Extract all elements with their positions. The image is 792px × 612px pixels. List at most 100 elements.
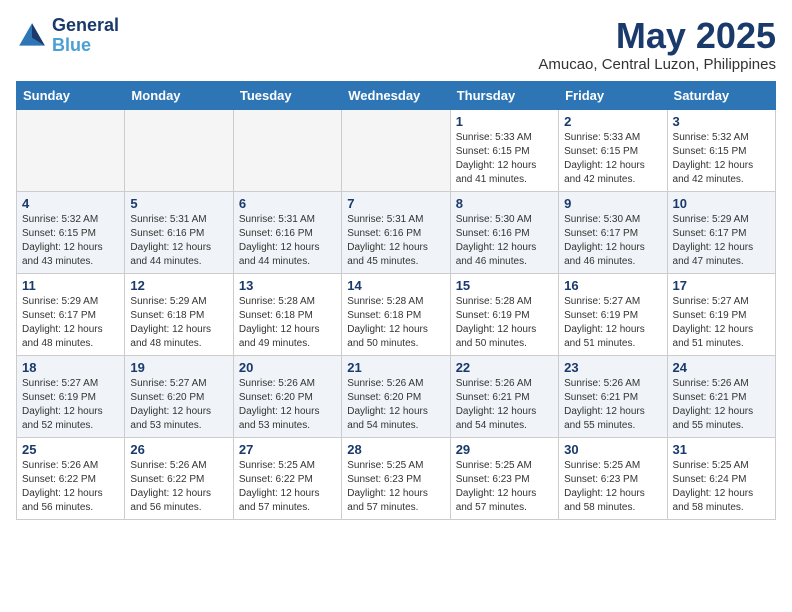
day-info: Sunrise: 5:33 AM Sunset: 6:15 PM Dayligh… [564, 131, 661, 187]
day-info: Sunrise: 5:28 AM Sunset: 6:18 PM Dayligh… [239, 295, 336, 351]
calendar-day-cell: 13 Sunrise: 5:28 AM Sunset: 6:18 PM Dayli… [233, 273, 341, 355]
day-info: Sunrise: 5:27 AM Sunset: 6:20 PM Dayligh… [130, 377, 227, 433]
day-number: 28 [347, 442, 444, 457]
day-of-week-header: Tuesday [233, 81, 341, 109]
day-info: Sunrise: 5:27 AM Sunset: 6:19 PM Dayligh… [22, 377, 119, 433]
day-number: 21 [347, 360, 444, 375]
day-info: Sunrise: 5:26 AM Sunset: 6:20 PM Dayligh… [347, 377, 444, 433]
calendar-day-cell: 8Sunrise: 5:30 AM Sunset: 6:16 PM Daylig… [450, 191, 558, 273]
day-of-week-header: Friday [559, 81, 667, 109]
calendar-day-cell [233, 109, 341, 191]
day-info: Sunrise: 5:25 AM Sunset: 6:22 PM Dayligh… [239, 459, 336, 515]
calendar-day-cell: 4 Sunrise: 5:32 AM Sunset: 6:15 PM Daylig… [17, 191, 125, 273]
calendar-day-cell: 5 Sunrise: 5:31 AM Sunset: 6:16 PM Daylig… [125, 191, 233, 273]
calendar-day-cell: 28 Sunrise: 5:25 AM Sunset: 6:23 PM Dayli… [342, 437, 450, 519]
calendar-day-cell [17, 109, 125, 191]
day-of-week-header: Monday [125, 81, 233, 109]
calendar-day-cell: 25Sunrise: 5:26 AM Sunset: 6:22 PM Dayli… [17, 437, 125, 519]
calendar-day-cell: 19 Sunrise: 5:27 AM Sunset: 6:20 PM Dayli… [125, 355, 233, 437]
main-title: May 2025 [538, 16, 776, 56]
calendar-day-cell: 24 Sunrise: 5:26 AM Sunset: 6:21 PM Dayli… [667, 355, 775, 437]
calendar-day-cell: 23 Sunrise: 5:26 AM Sunset: 6:21 PM Dayli… [559, 355, 667, 437]
day-info: Sunrise: 5:32 AM Sunset: 6:15 PM Dayligh… [673, 131, 770, 187]
title-block: May 2025 Amucao, Central Luzon, Philippi… [538, 16, 776, 73]
logo: General Blue [16, 16, 119, 56]
day-info: Sunrise: 5:27 AM Sunset: 6:19 PM Dayligh… [564, 295, 661, 351]
day-info: Sunrise: 5:31 AM Sunset: 6:16 PM Dayligh… [130, 213, 227, 269]
calendar-day-cell: 16 Sunrise: 5:27 AM Sunset: 6:19 PM Dayli… [559, 273, 667, 355]
day-info: Sunrise: 5:26 AM Sunset: 6:20 PM Dayligh… [239, 377, 336, 433]
calendar-week-row: 25Sunrise: 5:26 AM Sunset: 6:22 PM Dayli… [17, 437, 776, 519]
day-number: 10 [673, 196, 770, 211]
calendar-day-cell: 22 Sunrise: 5:26 AM Sunset: 6:21 PM Dayli… [450, 355, 558, 437]
calendar-day-cell: 7 Sunrise: 5:31 AM Sunset: 6:16 PM Daylig… [342, 191, 450, 273]
day-info: Sunrise: 5:32 AM Sunset: 6:15 PM Dayligh… [22, 213, 119, 269]
calendar-day-cell: 3 Sunrise: 5:32 AM Sunset: 6:15 PM Daylig… [667, 109, 775, 191]
calendar-week-row: 4 Sunrise: 5:32 AM Sunset: 6:15 PM Daylig… [17, 191, 776, 273]
day-of-week-header: Sunday [17, 81, 125, 109]
day-of-week-header: Saturday [667, 81, 775, 109]
day-number: 4 [22, 196, 119, 211]
day-number: 1 [456, 114, 553, 129]
day-info: Sunrise: 5:29 AM Sunset: 6:18 PM Dayligh… [130, 295, 227, 351]
calendar-header: SundayMondayTuesdayWednesdayThursdayFrid… [17, 81, 776, 109]
logo-text: General Blue [52, 16, 119, 56]
day-info: Sunrise: 5:31 AM Sunset: 6:16 PM Dayligh… [347, 213, 444, 269]
day-number: 7 [347, 196, 444, 211]
calendar-day-cell: 31Sunrise: 5:25 AM Sunset: 6:24 PM Dayli… [667, 437, 775, 519]
day-info: Sunrise: 5:28 AM Sunset: 6:18 PM Dayligh… [347, 295, 444, 351]
calendar-day-cell: 17 Sunrise: 5:27 AM Sunset: 6:19 PM Dayli… [667, 273, 775, 355]
day-info: Sunrise: 5:26 AM Sunset: 6:21 PM Dayligh… [456, 377, 553, 433]
calendar-day-cell: 20Sunrise: 5:26 AM Sunset: 6:20 PM Dayli… [233, 355, 341, 437]
calendar-table: SundayMondayTuesdayWednesdayThursdayFrid… [16, 81, 776, 520]
day-number: 23 [564, 360, 661, 375]
day-info: Sunrise: 5:27 AM Sunset: 6:19 PM Dayligh… [673, 295, 770, 351]
subtitle: Amucao, Central Luzon, Philippines [538, 56, 776, 73]
day-number: 29 [456, 442, 553, 457]
calendar-week-row: 18 Sunrise: 5:27 AM Sunset: 6:19 PM Dayli… [17, 355, 776, 437]
day-of-week-header: Thursday [450, 81, 558, 109]
calendar-week-row: 1 Sunrise: 5:33 AM Sunset: 6:15 PM Daylig… [17, 109, 776, 191]
day-info: Sunrise: 5:26 AM Sunset: 6:21 PM Dayligh… [564, 377, 661, 433]
calendar-day-cell: 10 Sunrise: 5:29 AM Sunset: 6:17 PM Dayli… [667, 191, 775, 273]
day-info: Sunrise: 5:26 AM Sunset: 6:22 PM Dayligh… [22, 459, 119, 515]
calendar-body: 1 Sunrise: 5:33 AM Sunset: 6:15 PM Daylig… [17, 109, 776, 519]
calendar-day-cell: 26Sunrise: 5:26 AM Sunset: 6:22 PM Dayli… [125, 437, 233, 519]
day-number: 19 [130, 360, 227, 375]
day-info: Sunrise: 5:26 AM Sunset: 6:22 PM Dayligh… [130, 459, 227, 515]
day-number: 12 [130, 278, 227, 293]
day-number: 9 [564, 196, 661, 211]
calendar-day-cell: 21 Sunrise: 5:26 AM Sunset: 6:20 PM Dayli… [342, 355, 450, 437]
day-number: 14 [347, 278, 444, 293]
calendar-day-cell: 29 Sunrise: 5:25 AM Sunset: 6:23 PM Dayli… [450, 437, 558, 519]
day-number: 3 [673, 114, 770, 129]
day-number: 6 [239, 196, 336, 211]
day-info: Sunrise: 5:30 AM Sunset: 6:16 PM Dayligh… [456, 213, 553, 269]
day-number: 27 [239, 442, 336, 457]
logo-icon [16, 20, 48, 52]
day-info: Sunrise: 5:25 AM Sunset: 6:23 PM Dayligh… [347, 459, 444, 515]
calendar-day-cell: 1Sunrise: 5:33 AM Sunset: 6:15 PM Daylig… [450, 109, 558, 191]
day-number: 30 [564, 442, 661, 457]
day-info: Sunrise: 5:25 AM Sunset: 6:23 PM Dayligh… [456, 459, 553, 515]
day-info: Sunrise: 5:25 AM Sunset: 6:23 PM Dayligh… [564, 459, 661, 515]
calendar-day-cell: 30 Sunrise: 5:25 AM Sunset: 6:23 PM Dayli… [559, 437, 667, 519]
day-info: Sunrise: 5:29 AM Sunset: 6:17 PM Dayligh… [22, 295, 119, 351]
day-info: Sunrise: 5:29 AM Sunset: 6:17 PM Dayligh… [673, 213, 770, 269]
calendar-day-cell [125, 109, 233, 191]
day-number: 2 [564, 114, 661, 129]
calendar-day-cell: 15Sunrise: 5:28 AM Sunset: 6:19 PM Dayli… [450, 273, 558, 355]
day-number: 18 [22, 360, 119, 375]
day-number: 17 [673, 278, 770, 293]
day-number: 24 [673, 360, 770, 375]
day-number: 16 [564, 278, 661, 293]
day-info: Sunrise: 5:26 AM Sunset: 6:21 PM Dayligh… [673, 377, 770, 433]
day-of-week-header: Wednesday [342, 81, 450, 109]
day-number: 22 [456, 360, 553, 375]
day-number: 5 [130, 196, 227, 211]
day-number: 13 [239, 278, 336, 293]
calendar-day-cell: 14 Sunrise: 5:28 AM Sunset: 6:18 PM Dayli… [342, 273, 450, 355]
calendar-day-cell [342, 109, 450, 191]
calendar-day-cell: 2 Sunrise: 5:33 AM Sunset: 6:15 PM Daylig… [559, 109, 667, 191]
calendar-day-cell: 11Sunrise: 5:29 AM Sunset: 6:17 PM Dayli… [17, 273, 125, 355]
